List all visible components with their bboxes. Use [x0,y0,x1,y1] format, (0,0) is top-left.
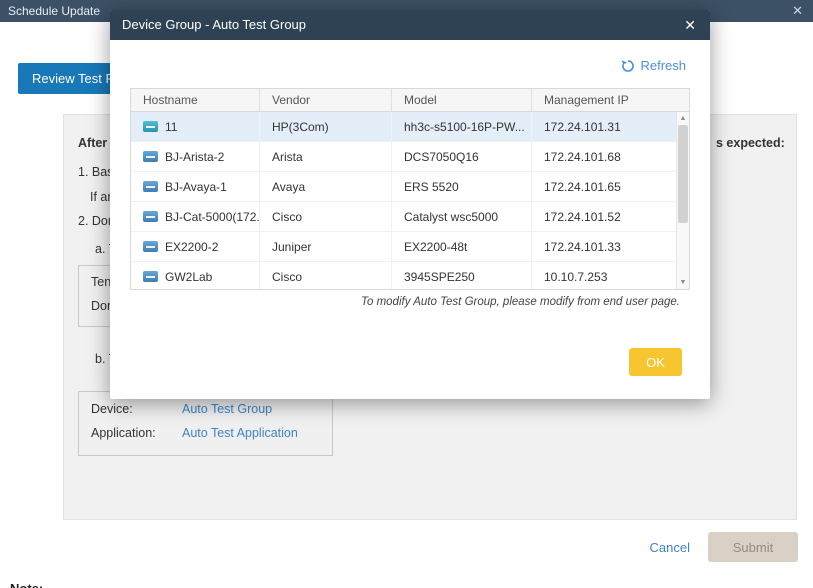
table-row[interactable]: 11 HP(3Com) hh3c-s5100-16P-PW... 172.24.… [131,112,689,142]
device-table: Hostname Vendor Model Management IP 11 H… [130,88,690,290]
modify-note-text: To modify Auto Test Group, please modify… [130,296,680,308]
device-group-modal: Device Group - Auto Test Group ✕ Refresh… [110,10,710,399]
hostname-cell: EX2200-2 [165,240,218,254]
model-cell: ERS 5520 [392,172,532,201]
management-ip-cell: 172.24.101.68 [532,142,689,171]
device-icon [143,241,158,252]
management-ip-cell: 172.24.101.65 [532,172,689,201]
refresh-icon [621,59,635,73]
ok-button[interactable]: OK [629,348,682,376]
column-header-hostname: Hostname [131,89,260,111]
table-row[interactable]: BJ-Arista-2 Arista DCS7050Q16 172.24.101… [131,142,689,172]
cancel-button[interactable]: Cancel [650,540,690,555]
hostname-cell: 11 [165,120,177,134]
close-icon[interactable]: ✕ [792,0,803,22]
device-icon [143,121,158,132]
table-row[interactable]: BJ-Avaya-1 Avaya ERS 5520 172.24.101.65 [131,172,689,202]
refresh-button[interactable]: Refresh [621,58,686,73]
refresh-label: Refresh [640,58,686,73]
scroll-up-icon[interactable]: ▲ [677,112,689,125]
scroll-down-icon[interactable]: ▼ [677,276,689,289]
vendor-cell: Avaya [260,172,392,201]
table-row[interactable]: GW2Lab Cisco 3945SPE250 10.10.7.253 [131,262,689,289]
hostname-cell: BJ-Arista-2 [165,150,224,164]
vendor-cell: Cisco [260,262,392,289]
device-label: Device: [91,402,133,416]
schedule-update-title: Schedule Update [8,4,100,18]
vendor-cell: Arista [260,142,392,171]
close-icon[interactable]: ✕ [684,10,696,40]
hostname-cell: BJ-Avaya-1 [165,180,227,194]
vendor-cell: Juniper [260,232,392,261]
model-cell: EX2200-48t [392,232,532,261]
device-icon [143,181,158,192]
model-cell: 3945SPE250 [392,262,532,289]
device-table-body: 11 HP(3Com) hh3c-s5100-16P-PW... 172.24.… [131,112,689,289]
scrollbar-thumb[interactable] [678,125,688,223]
management-ip-cell: 10.10.7.253 [532,262,689,289]
device-icon [143,211,158,222]
vendor-cell: HP(3Com) [260,112,392,141]
device-group-link[interactable]: Auto Test Group [182,402,272,416]
device-icon [143,271,158,282]
device-icon [143,151,158,162]
model-cell: DCS7050Q16 [392,142,532,171]
expected-fragment-text: s expected: [716,136,785,150]
modal-title: Device Group - Auto Test Group [122,17,306,32]
model-cell: Catalyst wsc5000 [392,202,532,231]
table-row[interactable]: EX2200-2 Juniper EX2200-48t 172.24.101.3… [131,232,689,262]
modal-titlebar: Device Group - Auto Test Group ✕ [110,10,710,40]
application-label: Application: [91,426,156,440]
model-cell: hh3c-s5100-16P-PW... [392,112,532,141]
column-header-vendor: Vendor [260,89,392,111]
clipped-note-text: Note: [10,581,43,588]
application-link[interactable]: Auto Test Application [182,426,298,440]
device-table-header: Hostname Vendor Model Management IP [131,89,689,112]
management-ip-cell: 172.24.101.31 [532,112,689,141]
submit-button[interactable]: Submit [708,532,798,562]
hostname-cell: GW2Lab [165,270,212,284]
hostname-cell: BJ-Cat-5000(172... [165,210,260,224]
management-ip-cell: 172.24.101.33 [532,232,689,261]
column-header-model: Model [392,89,532,111]
device-application-box: Device: Auto Test Group Application: Aut… [78,391,333,456]
screen: Schedule Update ✕ Review Test P After th… [0,0,813,588]
table-row[interactable]: BJ-Cat-5000(172... Cisco Catalyst wsc500… [131,202,689,232]
vendor-cell: Cisco [260,202,392,231]
column-header-management-ip: Management IP [532,89,689,111]
management-ip-cell: 172.24.101.52 [532,202,689,231]
vertical-scrollbar[interactable]: ▲ ▼ [676,112,689,289]
